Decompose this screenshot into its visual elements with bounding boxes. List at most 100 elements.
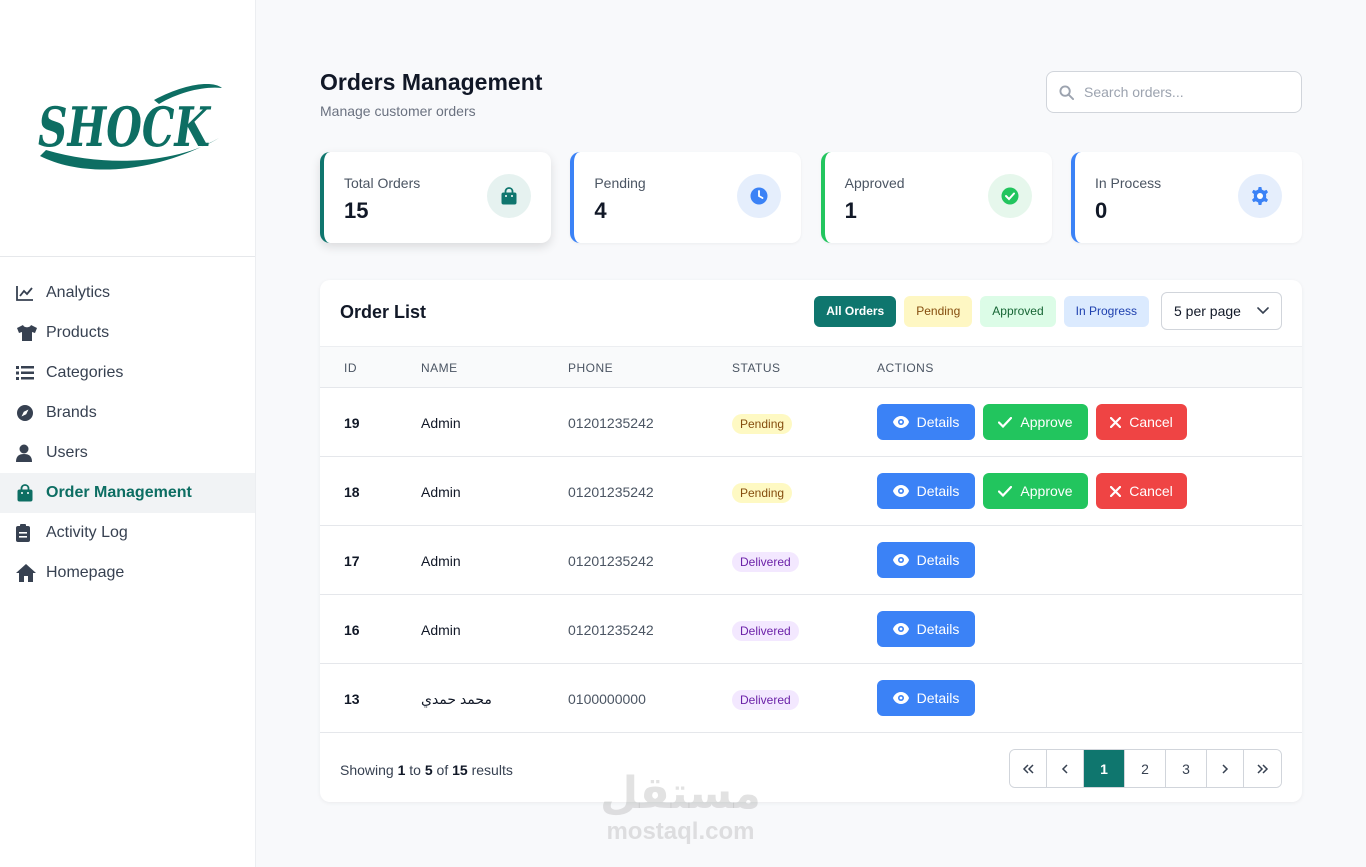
sidebar: SHOCK Analytics Products Categories Brands U…: [0, 0, 256, 867]
logo-area: SHOCK: [0, 0, 255, 257]
sidebar-item-label: Users: [46, 444, 88, 461]
details-button[interactable]: Details: [877, 542, 975, 578]
first-page-button[interactable]: [1010, 750, 1047, 787]
watermark-arabic: مستقل: [600, 769, 761, 818]
status-badge: Delivered: [732, 690, 799, 710]
stat-label: In Process: [1094, 175, 1162, 191]
showing-prefix: Showing: [340, 762, 394, 778]
order-id: 16: [344, 622, 360, 638]
details-button[interactable]: Details: [877, 680, 975, 716]
details-label: Details: [916, 414, 960, 430]
order-id: 19: [344, 415, 360, 431]
shopping-bag-icon: [487, 174, 531, 218]
page-1-button[interactable]: 1: [1084, 750, 1125, 787]
column-header-actions: ACTIONS: [877, 361, 934, 375]
eye-icon: [892, 692, 909, 704]
order-list-header: Order List All Orders Pending Approved I…: [320, 280, 1302, 347]
sidebar-item-label: Categories: [46, 364, 124, 381]
sidebar-item-label: Order Management: [46, 484, 192, 501]
cancel-button[interactable]: Cancel: [1096, 473, 1187, 509]
filter-in-progress[interactable]: In Progress: [1063, 295, 1149, 327]
details-label: Details: [916, 552, 960, 568]
details-label: Details: [916, 621, 960, 637]
filter-pending[interactable]: Pending: [904, 295, 973, 327]
sidebar-item-products[interactable]: Products: [0, 313, 255, 353]
customer-phone: 0100000000: [568, 691, 646, 707]
showing-suffix: results: [471, 762, 513, 778]
per-page-value: 5 per page: [1174, 303, 1241, 319]
chevron-down-icon: [1257, 307, 1269, 315]
shock-logo[interactable]: SHOCK: [34, 78, 224, 178]
approve-label: Approve: [1020, 483, 1073, 499]
eye-icon: [892, 554, 909, 566]
close-icon: [1110, 416, 1122, 428]
page-2-button[interactable]: 2: [1125, 750, 1166, 787]
page-subtitle: Manage customer orders: [320, 103, 476, 119]
customer-phone: 01201235242: [568, 622, 654, 638]
prev-page-button[interactable]: [1047, 750, 1084, 787]
page-3-button[interactable]: 3: [1166, 750, 1207, 787]
filter-approved[interactable]: Approved: [980, 295, 1056, 327]
details-label: Details: [916, 690, 960, 706]
status-badge: Pending: [732, 414, 793, 434]
row-actions: Details Approve Cancel: [877, 404, 1187, 440]
order-id: 18: [344, 484, 360, 500]
sidebar-item-categories[interactable]: Categories: [0, 353, 255, 393]
stat-value: 0: [1094, 198, 1108, 223]
row-actions: Details: [877, 680, 975, 716]
sidebar-item-brands[interactable]: Brands: [0, 393, 255, 433]
sidebar-item-label: Activity Log: [46, 524, 128, 541]
next-page-button[interactable]: [1207, 750, 1244, 787]
pagination: 1 2 3: [1009, 749, 1282, 788]
customer-name: Admin: [421, 484, 461, 500]
table-body: 19 Admin 01201235242 Pending Details Approve C…: [320, 388, 1302, 733]
eye-icon: [892, 623, 909, 635]
order-id: 13: [344, 691, 360, 707]
sidebar-item-order-management[interactable]: Order Management: [0, 473, 255, 513]
search-box[interactable]: [1046, 71, 1302, 113]
sidebar-item-activity-log[interactable]: Activity Log: [0, 513, 255, 553]
row-actions: Details Approve Cancel: [877, 473, 1187, 509]
showing-total: 15: [452, 762, 468, 778]
table-header: ID NAME PHONE STATUS ACTIONS: [320, 347, 1302, 388]
per-page-select[interactable]: 5 per page: [1161, 292, 1282, 330]
status-badge: Delivered: [732, 621, 799, 641]
status-badge: Delivered: [732, 552, 799, 572]
sidebar-item-homepage[interactable]: Homepage: [0, 553, 255, 593]
column-header-id: ID: [344, 361, 357, 375]
chevron-left-icon: [1061, 763, 1068, 774]
cancel-button[interactable]: Cancel: [1096, 404, 1187, 440]
user-icon: [16, 444, 40, 462]
showing-of-word: of: [436, 762, 449, 778]
stats-row: Total Orders 15 Pending 4 Approved 1 In Proces…: [320, 152, 1302, 243]
sidebar-item-analytics[interactable]: Analytics: [0, 273, 255, 313]
list-icon: [16, 366, 40, 380]
page-title: Orders Management: [320, 69, 543, 95]
shopping-bag-icon: [16, 484, 40, 502]
approve-button[interactable]: Approve: [983, 473, 1088, 509]
stat-card-total-orders: Total Orders 15: [320, 152, 551, 243]
logo-text: SHOCK: [38, 95, 212, 159]
stat-label: Pending: [594, 175, 646, 191]
filter-all-orders[interactable]: All Orders: [814, 295, 897, 327]
search-input[interactable]: [1084, 84, 1284, 100]
approve-button[interactable]: Approve: [983, 404, 1088, 440]
eye-icon: [892, 485, 909, 497]
watermark-latin: mostaql.com: [606, 818, 755, 845]
customer-phone: 01201235242: [568, 415, 654, 431]
table-row: 17 Admin 01201235242 Delivered Details: [320, 526, 1302, 595]
clock-icon: [737, 174, 782, 218]
sidebar-item-users[interactable]: Users: [0, 433, 255, 473]
customer-phone: 01201235242: [568, 553, 654, 569]
stat-label: Approved: [844, 175, 905, 191]
sidebar-nav: Analytics Products Categories Brands Users Or…: [0, 257, 255, 593]
last-page-button[interactable]: [1244, 750, 1281, 787]
table-row: 16 Admin 01201235242 Delivered Details: [320, 595, 1302, 664]
check-icon: [998, 485, 1013, 497]
customer-name: محمد حمدي: [421, 691, 492, 707]
details-button[interactable]: Details: [877, 611, 975, 647]
stat-label: Total Orders: [344, 175, 421, 191]
status-badge: Pending: [732, 483, 793, 503]
details-button[interactable]: Details: [877, 404, 975, 440]
details-button[interactable]: Details: [877, 473, 975, 509]
